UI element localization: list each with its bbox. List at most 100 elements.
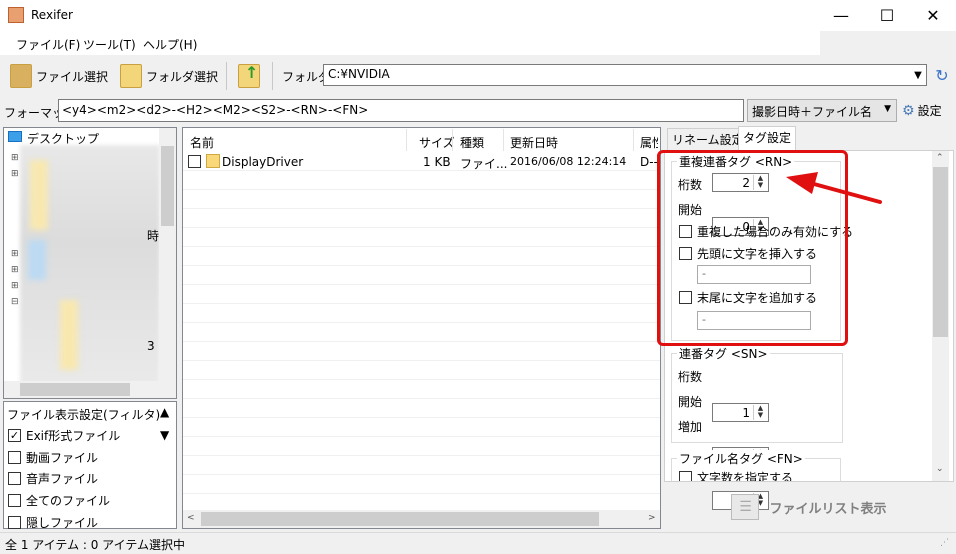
filter-video-checkbox[interactable]: 動画ファイル [8,449,98,466]
file-select-button[interactable]: ファイル選択 [10,60,108,92]
file-list-button[interactable]: ☰ ファイルリスト表示 [664,484,954,530]
file-list-hscroll-thumb[interactable] [201,512,599,526]
grid-line [183,398,660,399]
tag-panel-vscroll-thumb[interactable] [933,167,948,337]
file-list[interactable] [182,127,661,529]
app-icon [8,7,24,23]
chevron-up-icon[interactable]: ⌃ [936,153,944,163]
status-text: 全 1 アイテム : 0 アイテム選択中 [5,538,185,552]
spinner-arrows-icon[interactable]: ▲▼ [753,405,767,420]
grid-line [183,189,660,190]
checkbox-box [8,516,21,529]
filter-audio-checkbox[interactable]: 音声ファイル [8,470,98,487]
close-button[interactable]: ✕ [910,0,956,31]
settings-button[interactable]: ⚙ 設定 [902,99,954,122]
menu-tools[interactable]: ツール(T) [83,36,136,53]
grid-line [183,379,660,380]
down-arrow-icon[interactable]: ▼ [160,428,169,442]
row-checkbox[interactable] [188,155,201,168]
checkbox-box [8,451,21,464]
grid-line [183,303,660,304]
grid-line [183,474,660,475]
column-modified[interactable]: 更新日時 [510,134,558,151]
tree-expanders[interactable]: ⊞ ⊞ ⊞ ⊞ ⊞ ⊟ [11,150,19,310]
minimize-button[interactable]: — [818,0,864,31]
folder-select-button[interactable]: フォルダ選択 [120,60,218,92]
resize-grip-icon[interactable]: ⋰ [940,538,949,548]
sn-inc-label: 増加 [678,420,703,434]
grid-line [183,341,660,342]
folder-up-icon: ↑ [238,63,260,88]
column-size[interactable]: サイズ [419,134,455,151]
chevron-down-icon: ▼ [884,104,891,114]
column-separator[interactable] [406,129,407,151]
column-type[interactable]: 種類 [460,134,484,151]
up-arrow-icon[interactable]: ▲ [160,405,169,419]
folder-path-input[interactable]: C:¥NVIDIA [323,64,927,86]
chevron-left-icon[interactable]: < [187,513,195,523]
menu-bar-filler [820,31,956,55]
checkbox-box [8,472,21,485]
file-modified: 2016/06/08 12:24:14 [510,155,627,168]
parent-folder-button[interactable]: ↑ [238,60,260,92]
tree-folder-blur [28,240,46,280]
folder-icon [120,64,142,88]
column-separator[interactable] [452,129,453,151]
sn-start-label: 開始 [678,395,703,409]
grid-line [183,322,660,323]
column-name[interactable]: 名前 [190,134,214,151]
filter-hidden-checkbox[interactable]: 隠しファイル [8,514,98,531]
grid-line [183,265,660,266]
sn-digits-label: 桁数 [678,370,703,384]
file-type: ファイ... [460,157,508,171]
tree-partial-text: 時 [147,229,160,243]
grid-line [183,493,660,494]
tree-vscroll-thumb[interactable] [161,146,174,226]
filter-label: 隠しファイル [26,516,99,530]
grid-line [183,284,660,285]
red-arrow-icon [786,172,882,204]
tree-folder-blur [60,300,78,370]
filter-exif-checkbox[interactable]: ✓ Exif形式ファイル [8,427,120,444]
tree-partial-text: 3 [147,339,155,353]
filter-label: 音声ファイル [26,472,99,486]
maximize-button[interactable]: ☐ [864,0,910,31]
format-preset-select[interactable]: 撮影日時＋ファイル名 ▼ [747,99,897,122]
filter-title: ファイル表示設定(フィルタ) [7,408,161,422]
column-separator[interactable] [503,129,504,151]
chevron-right-icon[interactable]: > [648,513,656,523]
fn-specify-checkbox[interactable]: 文字数を指定する [679,469,793,481]
grid-line [183,417,660,418]
menu-file[interactable]: ファイル(F) [16,36,80,53]
desktop-icon [8,131,22,142]
folder-icon [206,154,220,168]
column-attr[interactable]: 属性 [640,134,658,151]
tab-rename-settings[interactable]: リネーム設定 [667,128,749,150]
format-preset-value: 撮影日時＋ファイル名 [752,105,873,119]
format-input[interactable]: <y4><m2><d2>-<H2><M2><S2>-<RN>-<FN> [58,99,744,122]
tab-tag-settings[interactable]: タグ設定 [738,126,797,151]
file-select-icon [10,64,32,88]
refresh-icon[interactable]: ↻ [933,64,951,86]
fn-group-clip: 文字数を指定する [664,466,932,481]
file-attr: D-- [640,155,658,169]
sn-digits-spinner[interactable]: 1 ▲ ▼ [712,403,769,422]
tree-hscroll-thumb[interactable] [20,383,130,396]
filter-label: 全てのファイル [26,494,111,508]
file-name[interactable]: DisplayDriver [222,155,303,169]
tree-folder-blur [30,160,48,230]
grid-line [183,436,660,437]
column-separator[interactable] [633,129,634,151]
chevron-down-icon[interactable]: ⌄ [936,464,944,474]
chevron-down-icon[interactable]: ▼ [910,65,926,85]
filter-label: Exif形式ファイル [26,429,121,443]
list-icon: ☰ [731,494,760,520]
fn-group-title: ファイル名タグ <FN> [677,450,805,467]
file-list-button-label: ファイルリスト表示 [769,501,887,517]
menu-help[interactable]: ヘルプ(H) [143,36,197,53]
filter-all-checkbox[interactable]: 全てのファイル [8,492,110,509]
grid-line [183,455,660,456]
grid-line [183,227,660,228]
toolbar-separator [272,62,273,90]
file-size: 1 KB [423,155,451,169]
